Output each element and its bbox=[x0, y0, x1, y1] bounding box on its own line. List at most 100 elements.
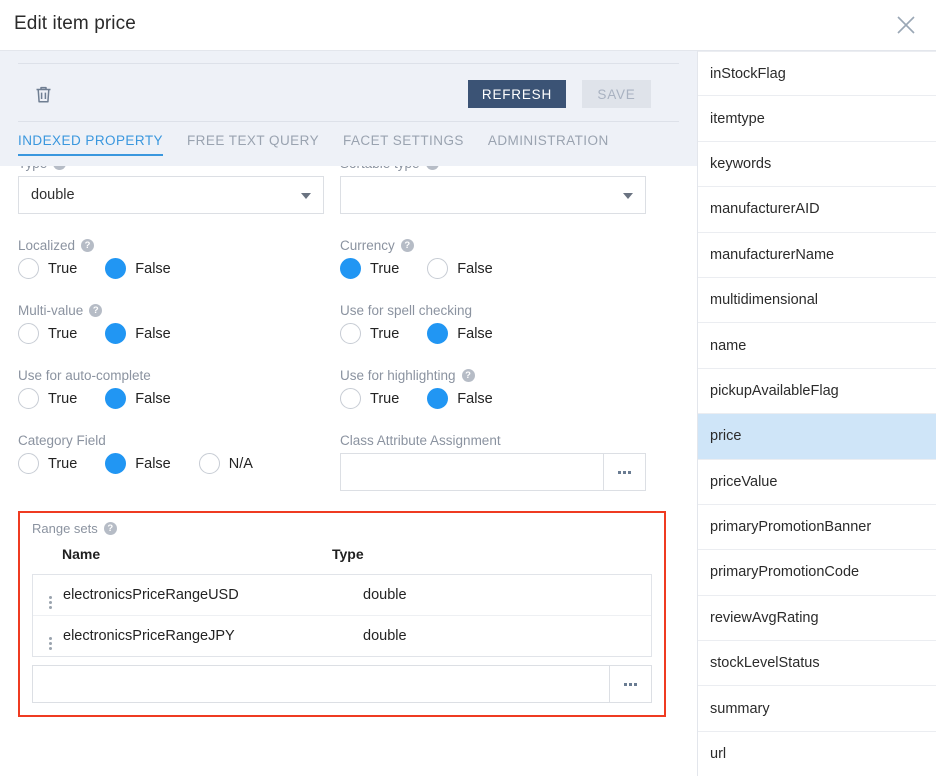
radio-label: True bbox=[48, 390, 78, 407]
table-header-row: Name Type bbox=[32, 546, 652, 574]
drag-handle-icon[interactable] bbox=[33, 616, 63, 657]
sidebar-item-reviewavgrating[interactable]: reviewAvgRating bbox=[698, 596, 936, 642]
ellipsis-icon[interactable] bbox=[609, 666, 651, 702]
row-autocomplete-highlighting: Use for auto-complete True False Use for… bbox=[18, 368, 679, 409]
currency-label-text: Currency bbox=[340, 238, 395, 253]
spell-checking-label: Use for spell checking bbox=[340, 303, 646, 318]
radio-dot-selected bbox=[105, 388, 127, 409]
sidebar-item-pickupavailableflag[interactable]: pickupAvailableFlag bbox=[698, 369, 936, 415]
range-set-type: double bbox=[363, 628, 407, 644]
category-field-label-text: Category Field bbox=[18, 433, 106, 448]
indexed-property-form: Type ? double Sortable type ? bbox=[0, 156, 697, 717]
auto-complete-label: Use for auto-complete bbox=[18, 368, 324, 383]
help-icon[interactable]: ? bbox=[400, 239, 414, 252]
property-list-sidebar[interactable]: inStockFlag itemtype keywords manufactur… bbox=[697, 51, 936, 776]
tab-bar: INDEXED PROPERTY FREE TEXT QUERY FACET S… bbox=[18, 133, 621, 166]
dialog-titlebar: Edit item price bbox=[0, 0, 936, 51]
help-icon[interactable]: ? bbox=[103, 522, 117, 535]
sidebar-item-manufacturername[interactable]: manufacturerName bbox=[698, 233, 936, 278]
multi-value-radio-true[interactable]: True bbox=[18, 323, 77, 344]
action-toolbar: REFRESH SAVE bbox=[18, 63, 679, 122]
radio-dot bbox=[198, 453, 220, 474]
chevron-down-icon bbox=[623, 193, 633, 199]
radio-label: False bbox=[457, 325, 493, 342]
radio-label: False bbox=[135, 325, 171, 342]
multi-value-radio-false[interactable]: False bbox=[105, 323, 171, 344]
category-field-label: Category Field bbox=[18, 433, 324, 448]
spell-checking-label-text: Use for spell checking bbox=[340, 303, 473, 318]
class-attribute-assignment-input[interactable] bbox=[341, 454, 603, 490]
spell-checking-radio-true[interactable]: True bbox=[340, 323, 399, 344]
sidebar-item-pricevalue[interactable]: priceValue bbox=[698, 460, 936, 505]
auto-complete-radio-false[interactable]: False bbox=[105, 388, 171, 409]
sidebar-item-name[interactable]: name bbox=[698, 323, 936, 369]
highlighting-label-text: Use for highlighting bbox=[340, 368, 456, 383]
field-auto-complete: Use for auto-complete True False bbox=[18, 368, 324, 409]
table-row[interactable]: electronicsPriceRangeJPY double bbox=[33, 616, 651, 657]
radio-dot-selected bbox=[427, 323, 449, 344]
radio-label: True bbox=[370, 390, 400, 407]
sidebar-item-primarypromotionbanner[interactable]: primaryPromotionBanner bbox=[698, 505, 936, 551]
sortable-type-select[interactable] bbox=[340, 176, 646, 214]
help-icon[interactable]: ? bbox=[89, 304, 103, 317]
range-sets-add-input[interactable] bbox=[33, 666, 609, 702]
range-set-type: double bbox=[363, 575, 651, 616]
range-set-name: electronicsPriceRangeJPY bbox=[63, 628, 235, 644]
type-select-value: double bbox=[31, 187, 75, 203]
radio-label: False bbox=[457, 390, 493, 407]
currency-radio-true[interactable]: True bbox=[340, 258, 399, 279]
range-sets-header-table: Name Type bbox=[32, 546, 652, 574]
range-sets-label-text: Range sets bbox=[32, 521, 98, 536]
column-header-type: Type bbox=[332, 546, 364, 562]
tab-free-text-query[interactable]: FREE TEXT QUERY bbox=[175, 133, 331, 156]
category-field-radio-false[interactable]: False bbox=[105, 453, 171, 474]
ellipsis-icon[interactable] bbox=[603, 454, 645, 490]
sidebar-item-summary[interactable]: summary bbox=[698, 686, 936, 732]
localized-radio-true[interactable]: True bbox=[18, 258, 77, 279]
radio-dot bbox=[18, 258, 39, 279]
auto-complete-radio-true[interactable]: True bbox=[18, 388, 77, 409]
radio-label: True bbox=[370, 325, 400, 342]
tab-administration[interactable]: ADMINISTRATION bbox=[476, 133, 621, 156]
field-category-field: Category Field True False N/A bbox=[18, 433, 324, 491]
refresh-button[interactable]: REFRESH bbox=[467, 80, 566, 108]
radio-label: N/A bbox=[228, 455, 253, 472]
help-icon[interactable]: ? bbox=[81, 239, 95, 252]
edit-item-price-dialog: Edit item price Type ? doubl bbox=[0, 0, 936, 776]
trash-icon[interactable] bbox=[26, 77, 60, 111]
page-title: Edit item price bbox=[14, 13, 136, 34]
field-spell-checking: Use for spell checking True False bbox=[340, 303, 646, 344]
sidebar-item-price[interactable]: price bbox=[698, 414, 936, 460]
sidebar-item-itemtype[interactable]: itemtype bbox=[698, 96, 936, 142]
table-row[interactable]: electronicsPriceRangeUSD double bbox=[33, 575, 651, 616]
range-sets-label: Range sets ? bbox=[32, 521, 652, 536]
range-sets-section: Range sets ? Name Type electronicsPriceR… bbox=[18, 511, 666, 717]
tab-indexed-property[interactable]: INDEXED PROPERTY bbox=[18, 133, 175, 156]
spell-checking-radio-false[interactable]: False bbox=[427, 323, 493, 344]
help-icon[interactable]: ? bbox=[461, 369, 475, 382]
currency-radio-false[interactable]: False bbox=[427, 258, 493, 279]
localized-radio-false[interactable]: False bbox=[105, 258, 171, 279]
drag-handle-icon[interactable] bbox=[33, 575, 63, 616]
category-field-radio-na[interactable]: N/A bbox=[198, 453, 253, 474]
category-field-radio-true[interactable]: True bbox=[18, 453, 77, 474]
radio-dot bbox=[427, 258, 449, 279]
sidebar-item-multidimensional[interactable]: multidimensional bbox=[698, 278, 936, 324]
class-attribute-assignment-combo bbox=[340, 453, 646, 491]
radio-dot bbox=[18, 323, 39, 344]
sidebar-item-stocklevelstatus[interactable]: stockLevelStatus bbox=[698, 641, 936, 687]
close-icon[interactable] bbox=[884, 3, 928, 47]
sidebar-item-instockflag[interactable]: inStockFlag bbox=[698, 51, 936, 97]
sidebar-item-keywords[interactable]: keywords bbox=[698, 142, 936, 188]
auto-complete-label-text: Use for auto-complete bbox=[18, 368, 151, 383]
highlighting-radio-true[interactable]: True bbox=[340, 388, 399, 409]
sidebar-item-primarypromotioncode[interactable]: primaryPromotionCode bbox=[698, 550, 936, 596]
radio-dot bbox=[18, 453, 39, 474]
sidebar-item-manufactureraid[interactable]: manufacturerAID bbox=[698, 187, 936, 233]
radio-label: False bbox=[135, 260, 171, 277]
highlighting-radio-false[interactable]: False bbox=[427, 388, 493, 409]
sidebar-item-url[interactable]: url bbox=[698, 732, 936, 776]
tab-facet-settings[interactable]: FACET SETTINGS bbox=[331, 133, 476, 156]
type-select[interactable]: double bbox=[18, 176, 324, 214]
auto-complete-radio-group: True False bbox=[18, 388, 324, 409]
